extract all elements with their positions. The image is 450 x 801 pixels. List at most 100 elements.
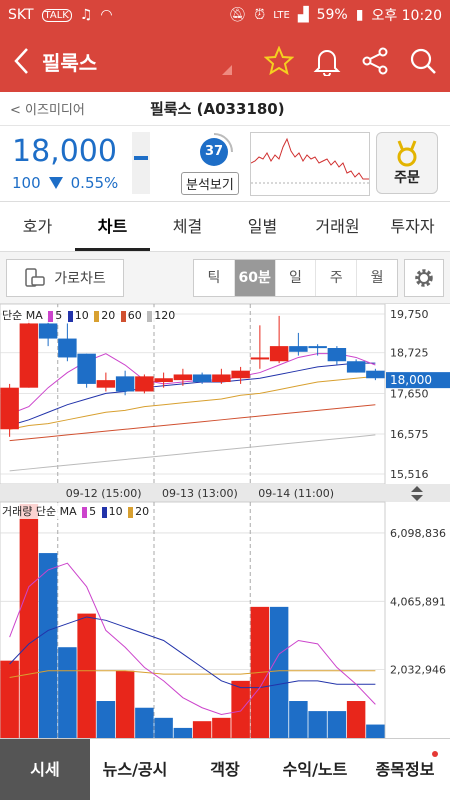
nav-news[interactable]: 뉴스/공시 (90, 739, 180, 800)
previous-stock-link[interactable]: < 이즈미디어 (0, 99, 150, 118)
price-tick-label: 16,575 (390, 428, 429, 441)
vol-ma5-chip (82, 506, 88, 518)
volume-bar (269, 606, 289, 738)
time-axis-label: 09-14 (11:00) (258, 487, 334, 500)
candle-body (308, 346, 327, 349)
search-button[interactable] (406, 44, 440, 78)
time-axis-label: 09-13 (13:00) (162, 487, 238, 500)
price-legend: 단순 MA 5 10 20 60 120 (2, 307, 176, 323)
nav-lounge[interactable]: 객장 (180, 739, 270, 800)
star-icon (264, 46, 294, 76)
app-bar: 필룩스 (0, 30, 450, 92)
candle-body (212, 374, 231, 383)
vol-ma20-label: 20 (135, 505, 150, 518)
tab-investors[interactable]: 투자자 (375, 202, 450, 251)
volume-tick-label: 6,098,836 (390, 527, 446, 540)
volume-bar (212, 717, 231, 738)
price-grid (0, 303, 386, 485)
battery-label: 59% (316, 7, 348, 23)
volume-bar (115, 670, 135, 738)
gear-icon (415, 269, 433, 287)
volume-tick-label: 2,032,946 (390, 664, 446, 677)
landscape-chart-button[interactable]: 가로차트 (6, 259, 124, 297)
back-button[interactable] (0, 30, 42, 92)
ma10-label: 10 (74, 309, 89, 322)
price-plot-frame (0, 303, 386, 485)
mute-icon: 🔕︎ (228, 7, 247, 23)
period-day[interactable]: 일 (276, 260, 317, 296)
tab-bar: 호가 차트 체결 일별 거래원 투자자 (0, 202, 450, 252)
search-icon (410, 48, 436, 74)
alert-button[interactable] (310, 44, 344, 78)
period-month[interactable]: 월 (357, 260, 397, 296)
price-tick-label: 17,650 (390, 387, 429, 400)
volume-bar (96, 701, 116, 738)
period-60min[interactable]: 60분 (234, 260, 276, 296)
clock-label: 오후 10:20 (371, 8, 442, 24)
candle-body (327, 348, 347, 362)
volume-bar (308, 711, 327, 738)
page-title[interactable]: 필룩스 (42, 47, 222, 76)
tab-trades[interactable]: 체결 (150, 202, 225, 251)
ma5-chip (48, 310, 54, 322)
chart-canvas[interactable]: 19,750 18,725 17,650 16,575 15,516 18,000 09-… (0, 303, 450, 739)
signal-icon: ▟ (297, 7, 309, 23)
volume-legend-title: 거래량 (2, 505, 33, 518)
favorite-button[interactable] (262, 44, 296, 78)
period-tick[interactable]: 틱 (194, 260, 235, 296)
music-icon: ♫ (79, 7, 93, 23)
battery-icon: ▮ (355, 7, 364, 23)
medal-icon (397, 140, 417, 167)
chart-area[interactable]: 19,750 18,725 17,650 16,575 15,516 18,000 09-… (0, 303, 450, 739)
chevron-left-icon (14, 48, 28, 74)
price-axis: 19,750 18,725 17,650 16,575 15,516 18,000 (386, 304, 450, 484)
volume-bar (19, 504, 39, 738)
bottom-nav: 시세 뉴스/공시 객장 수익/노트 종목정보 (0, 738, 450, 800)
wifi-icon: ◠ (100, 7, 113, 23)
tab-hoga[interactable]: 호가 (0, 202, 75, 251)
status-bar: SKT TALK ♫ ◠ 🔕︎ ⏰︎ LTE ▟ 59% ▮ 오후 10:20 (0, 0, 450, 30)
volume-bar (327, 711, 347, 738)
volume-legend-prefix: 단순 MA (35, 505, 77, 518)
current-price-tag: 18,000 (390, 373, 432, 387)
candle-body (346, 361, 366, 373)
share-button[interactable] (358, 44, 392, 78)
ma120-label: 120 (154, 309, 176, 322)
chart-controls: 가로차트 틱 60분 일 주 월 (0, 252, 450, 304)
analyze-button[interactable]: 분석보기 (181, 172, 239, 195)
candle-body (58, 338, 77, 358)
price-tick-label: 19,750 (390, 308, 429, 321)
price-change: 100 0.55% (12, 174, 118, 192)
alarm-icon: ⏰︎ (254, 7, 266, 23)
down-arrow-icon (48, 177, 63, 189)
candle-body (269, 346, 289, 362)
tab-daily[interactable]: 일별 (225, 202, 300, 251)
ma20-label: 20 (101, 309, 116, 322)
candle-body (135, 376, 154, 392)
candle-body (38, 323, 58, 339)
bell-icon (313, 50, 341, 76)
candle-body (250, 357, 270, 360)
volume-bar (289, 701, 308, 738)
time-axis-label: 09-12 (15:00) (66, 487, 142, 500)
tab-brokers[interactable]: 거래원 (300, 202, 375, 251)
tab-chart[interactable]: 차트 (75, 202, 150, 251)
range-bar (132, 132, 150, 194)
nav-profit[interactable]: 수익/노트 (270, 739, 360, 800)
chart-settings-button[interactable] (404, 259, 444, 297)
volume-bar (77, 613, 96, 738)
quote-panel: 18,000 100 0.55% 37 분석보기 주문 (0, 126, 450, 202)
volume-bar (38, 553, 58, 738)
period-week[interactable]: 주 (316, 260, 358, 296)
sparkline-chart[interactable] (250, 132, 370, 196)
ma20-chip (94, 310, 100, 322)
candle-body (0, 387, 19, 430)
nav-quote[interactable]: 시세 (0, 739, 90, 800)
volume-bar (346, 701, 366, 738)
volume-bar (173, 727, 193, 738)
order-button[interactable]: 주문 (376, 132, 438, 194)
nav-stock-info[interactable]: 종목정보 (360, 739, 450, 800)
volume-bar (231, 680, 250, 738)
carrier-label: SKT (8, 7, 34, 23)
volume-bar (0, 660, 19, 738)
